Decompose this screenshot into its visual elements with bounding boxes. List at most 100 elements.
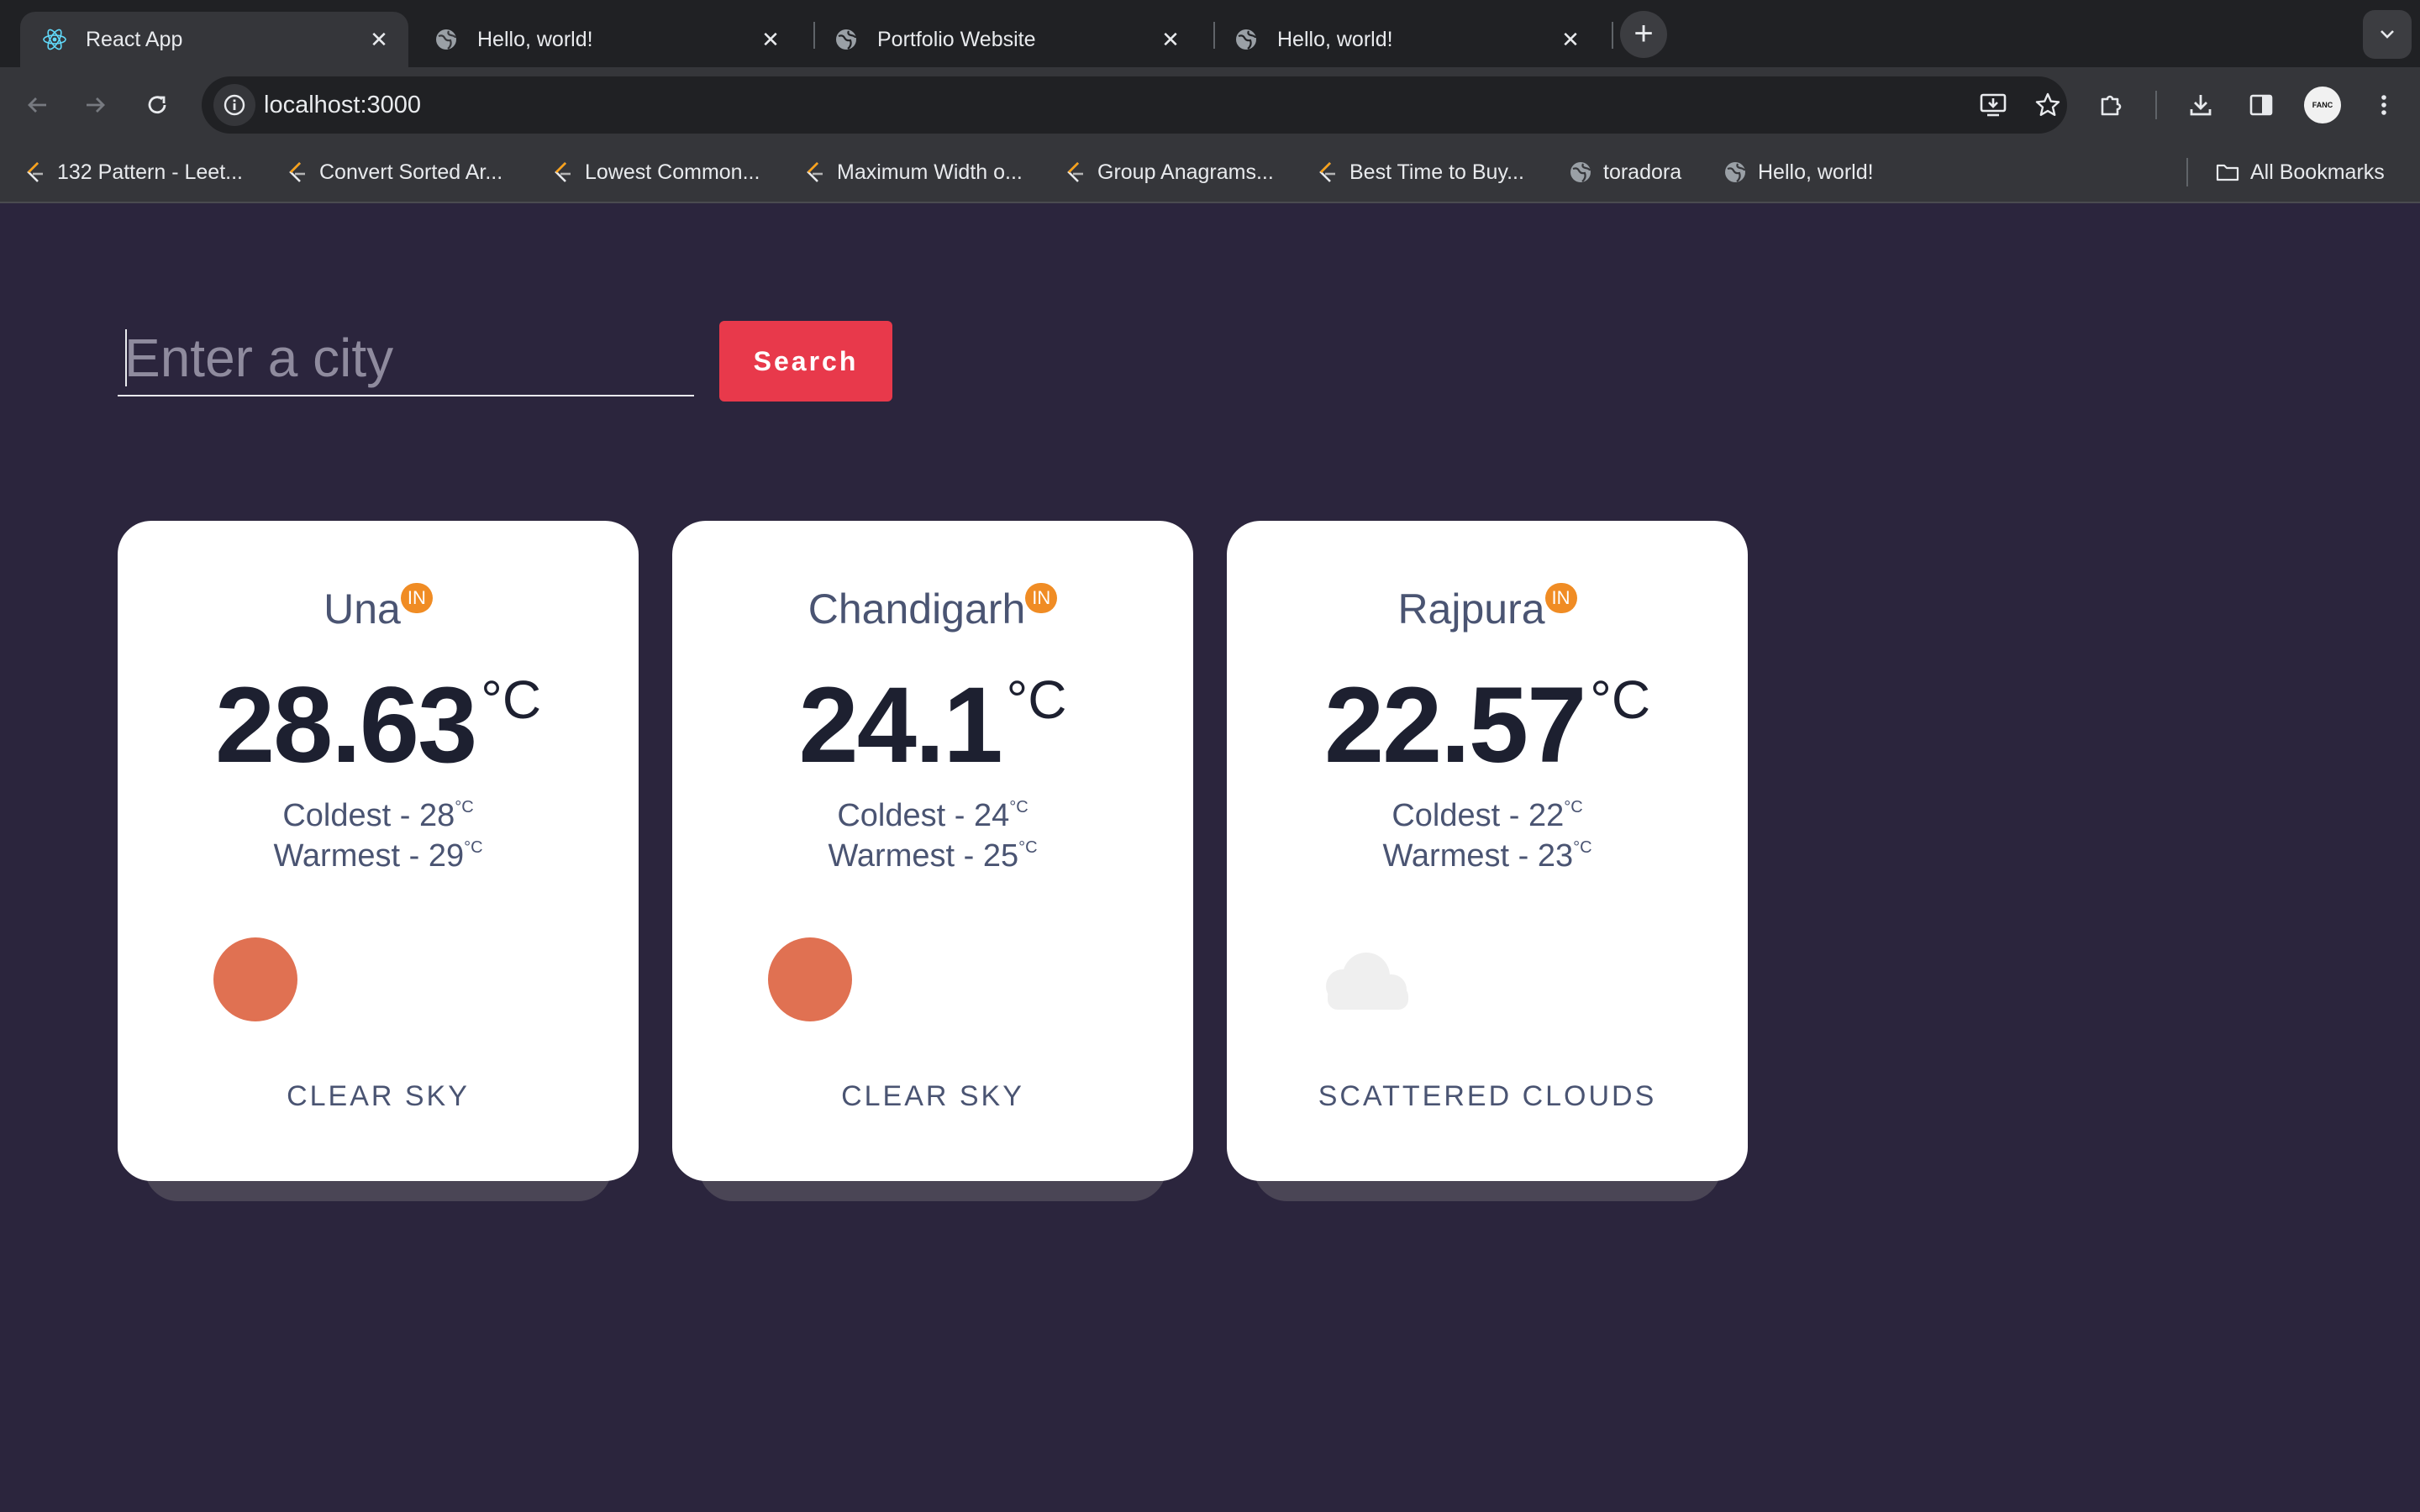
site-info-button[interactable] [213, 84, 255, 126]
weather-card: Rajpura IN 22.57°C Coldest - 22°C Warmest… [1227, 521, 1748, 1201]
country-badge: IN [1544, 583, 1577, 613]
tab-divider [1612, 22, 1613, 49]
bookmark-item[interactable]: Convert Sorted Ar... [284, 143, 502, 202]
install-app-button[interactable] [1972, 84, 2014, 126]
bookmark-item[interactable]: toradora [1568, 143, 1681, 202]
bookmark-item[interactable]: Group Anagrams... [1062, 143, 1274, 202]
all-bookmarks-button[interactable]: All Bookmarks [2215, 143, 2385, 202]
card-body: Una IN 28.63°C Coldest - 28°C Warmest - 2… [118, 521, 639, 1181]
side-panel-icon [2249, 94, 2273, 116]
browser-toolbar: localhost:3000 FANC [0, 67, 2420, 143]
card-body: Chandigarh IN 24.1°C Coldest - 24°C Warme… [672, 521, 1193, 1181]
city-name: Rajpura [1397, 585, 1545, 633]
tab-react-app[interactable]: React App ✕ [20, 12, 408, 67]
bookmark-star-button[interactable] [2027, 84, 2069, 126]
temperature: 22.57 [1323, 665, 1586, 785]
temperature-row: 28.63°C [118, 664, 639, 787]
coldest-row: Coldest - 22°C [1227, 798, 1748, 834]
warmest-unit: °C [464, 838, 483, 858]
globe-icon [1725, 162, 1746, 182]
tab-title: React App [86, 27, 183, 51]
city-search-input[interactable] [118, 321, 694, 396]
bookmark-label: Best Time to Buy... [1349, 160, 1524, 184]
globe-icon [1236, 29, 1257, 50]
chevron-down-icon [2381, 30, 2394, 39]
back-button[interactable] [17, 84, 59, 126]
weather-card: Chandigarh IN 24.1°C Coldest - 24°C Warme… [672, 521, 1193, 1201]
globe-icon [1570, 162, 1591, 182]
tab-portfolio-website[interactable]: Portfolio Website ✕ [812, 12, 1200, 67]
warmest-label: Warmest - 29 [273, 838, 465, 874]
tab-title: Hello, world! [1277, 27, 1393, 51]
reload-button[interactable] [136, 84, 178, 126]
bookmark-label: 132 Pattern - Leet... [57, 160, 243, 184]
search-button[interactable]: Search [719, 321, 892, 402]
bookmarks-bar: 132 Pattern - Leet... Convert Sorted Ar.… [0, 143, 2420, 203]
city-row: Una IN [118, 583, 639, 633]
coldest-row: Coldest - 28°C [118, 798, 639, 834]
bookmark-item[interactable]: 132 Pattern - Leet... [22, 143, 243, 202]
url-text: localhost:3000 [264, 92, 422, 118]
coldest-label: Coldest - 24 [837, 798, 1010, 833]
downloads-button[interactable] [2180, 84, 2222, 126]
tab-search-button[interactable] [2363, 10, 2412, 59]
menu-button[interactable] [2363, 84, 2405, 126]
warmest-row: Warmest - 25°C [672, 838, 1193, 874]
city-row: Rajpura IN [1227, 583, 1748, 633]
city-row: Chandigarh IN [672, 583, 1193, 633]
city-name: Chandigarh [808, 585, 1026, 633]
close-tab-icon[interactable]: ✕ [1558, 27, 1583, 52]
sun-icon [213, 937, 297, 1021]
close-tab-icon[interactable]: ✕ [366, 27, 392, 52]
folder-icon [2216, 164, 2239, 181]
temperature: 28.63 [214, 665, 477, 785]
temperature-row: 24.1°C [672, 664, 1193, 787]
leetcode-icon [1067, 162, 1083, 182]
close-tab-icon[interactable]: ✕ [1158, 27, 1183, 52]
coldest-unit: °C [1564, 798, 1583, 817]
close-tab-icon[interactable]: ✕ [758, 27, 783, 52]
address-bar[interactable]: localhost:3000 [202, 76, 2067, 134]
bookmark-label: toradora [1603, 160, 1682, 184]
toolbar-divider [2155, 91, 2157, 119]
sun-icon [768, 937, 852, 1021]
weather-description: CLEAR SKY [841, 1080, 1024, 1112]
leetcode-icon [807, 162, 823, 182]
coldest-unit: °C [1009, 798, 1028, 817]
weather-description: CLEAR SKY [287, 1080, 470, 1112]
kebab-menu-icon [2381, 95, 2386, 115]
forward-arrow-icon [87, 97, 105, 113]
star-icon [2035, 92, 2060, 116]
coldest-row: Coldest - 24°C [672, 798, 1193, 834]
temperature-row: 22.57°C [1227, 664, 1748, 787]
card-body: Rajpura IN 22.57°C Coldest - 22°C Warmest… [1227, 521, 1748, 1181]
cloud-icon [1326, 953, 1408, 1010]
leetcode-icon [289, 162, 305, 182]
forward-button[interactable] [74, 84, 116, 126]
side-panel-button[interactable] [2240, 84, 2282, 126]
bookmark-item[interactable]: Maximum Width o... [802, 143, 1023, 202]
bookmark-item[interactable]: Lowest Common... [550, 143, 760, 202]
coldest-label: Coldest - 22 [1392, 798, 1565, 833]
temperature-unit: °C [1006, 669, 1067, 730]
bookmark-item[interactable]: Best Time to Buy... [1314, 143, 1524, 202]
bookmark-label: Lowest Common... [585, 160, 760, 184]
coldest-label: Coldest - 28 [282, 798, 455, 833]
download-icon [2190, 95, 2212, 116]
info-icon [224, 94, 245, 116]
tab-hello-world-2[interactable]: Hello, world! ✕ [1212, 12, 1600, 67]
bookmark-item[interactable]: Hello, world! [1723, 143, 1874, 202]
back-arrow-icon [28, 97, 46, 113]
profile-avatar[interactable]: FANC [2304, 87, 2341, 123]
leetcode-icon [555, 162, 571, 182]
tab-title: Portfolio Website [877, 27, 1036, 51]
temperature-unit: °C [1590, 669, 1651, 730]
temperature: 24.1 [798, 665, 1003, 785]
weather-card: Una IN 28.63°C Coldest - 28°C Warmest - 2… [118, 521, 639, 1201]
new-tab-button[interactable]: + [1620, 11, 1667, 58]
tab-hello-world[interactable]: Hello, world! ✕ [412, 12, 800, 67]
text-caret [125, 329, 127, 386]
extensions-button[interactable] [2091, 84, 2133, 126]
bookmark-label: Maximum Width o... [837, 160, 1023, 184]
warmest-row: Warmest - 23°C [1227, 838, 1748, 874]
